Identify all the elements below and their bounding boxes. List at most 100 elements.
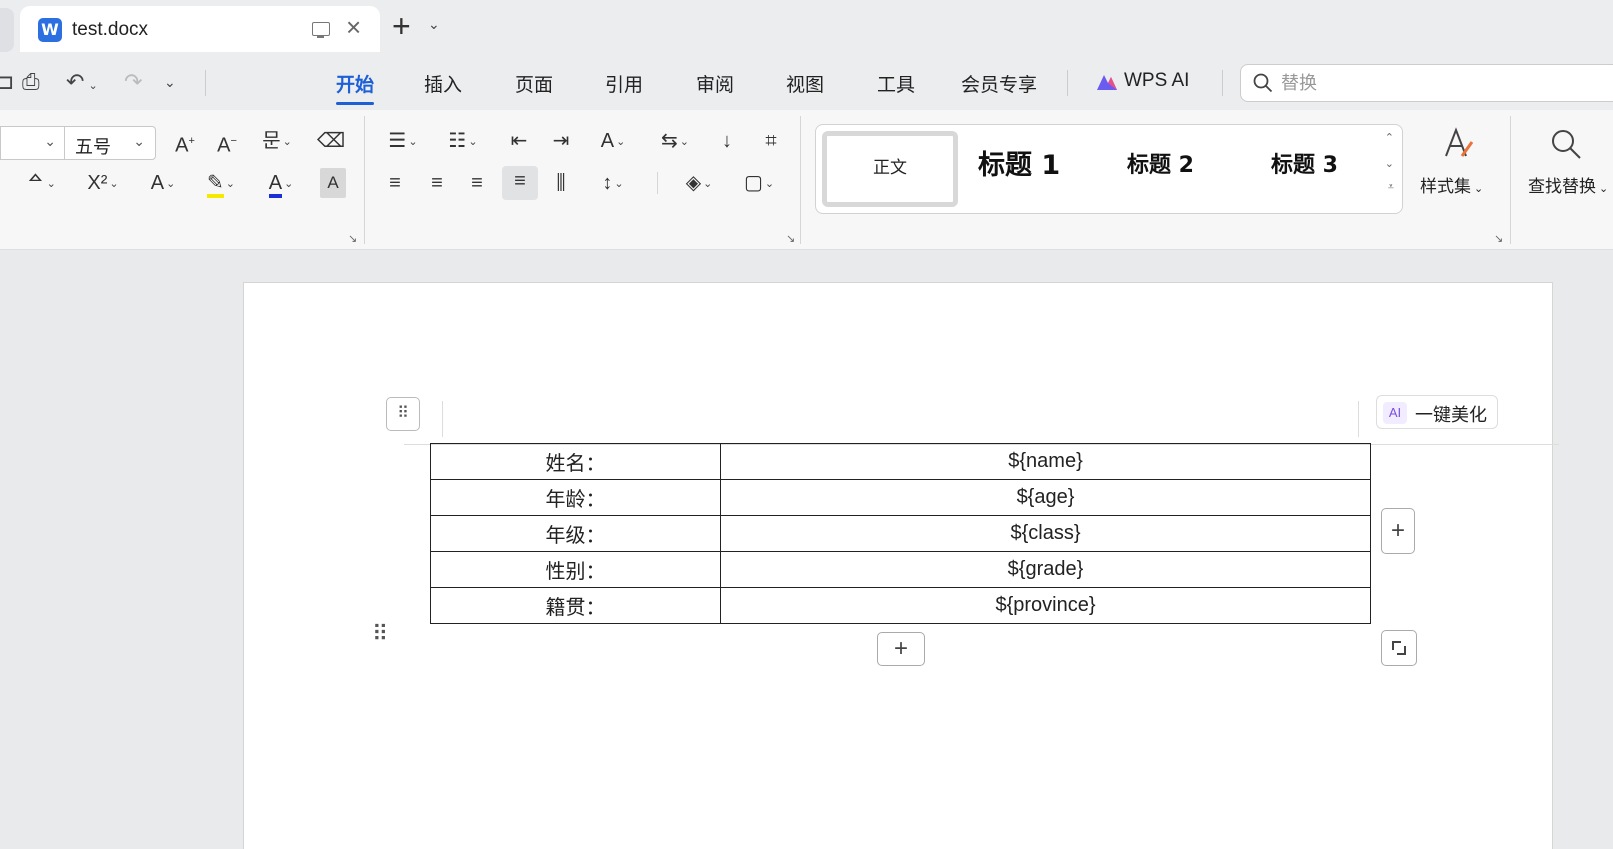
document-tab[interactable]: W test.docx × <box>20 6 380 52</box>
font-size-select[interactable]: 五号 ⌄ <box>64 126 156 160</box>
one-click-beautify-button[interactable]: AI 一键美化 <box>1376 395 1498 429</box>
paragraph-direction-icon[interactable]: ⇆ ⌄ <box>652 126 698 156</box>
table-cell-value[interactable]: ${class} <box>720 515 1371 552</box>
char-shading-icon[interactable]: A <box>320 168 346 198</box>
line-spacing-icon[interactable]: ↕ ⌄ <box>590 168 636 198</box>
menu-page[interactable]: 页面 <box>515 70 553 97</box>
shading-icon[interactable]: ◈ ⌄ <box>676 168 722 198</box>
styles-dialog-launcher-icon[interactable]: ↘ <box>1494 232 1503 245</box>
table-resize-button[interactable] <box>1381 630 1417 666</box>
expand-gallery-icon[interactable]: ⩡ <box>1388 181 1394 194</box>
chevron-down-icon[interactable]: ⌄ <box>164 68 176 96</box>
superscript-icon[interactable]: X² ⌄ <box>80 168 126 198</box>
phonetic-guide-icon[interactable]: 문 ⌄ <box>254 126 300 156</box>
find-replace-button[interactable]: 查找替换 ⌄ <box>1528 172 1608 197</box>
search-icon <box>1253 73 1273 93</box>
numbered-list-icon[interactable]: ☷ ⌄ <box>440 126 486 156</box>
table-cell-value[interactable]: ${age} <box>720 479 1371 516</box>
print-preview-icon[interactable]: ⎙ <box>22 68 40 96</box>
increase-font-icon[interactable]: A+ <box>170 126 200 157</box>
chevron-up-icon[interactable]: ⌃ <box>1385 131 1394 144</box>
menu-view[interactable]: 视图 <box>786 70 824 97</box>
text-effect-icon[interactable]: A ⌄ <box>140 168 186 198</box>
font-color-icon[interactable]: A ⌄ <box>258 168 304 198</box>
table-cell-value[interactable]: ${province} <box>720 587 1371 624</box>
increase-indent-icon[interactable]: ⇥ <box>546 126 576 156</box>
chevron-down-icon: ⌄ <box>44 133 56 149</box>
find-replace-label: 查找替换 <box>1528 177 1596 196</box>
table-row: 姓名： ${name} <box>430 443 1371 480</box>
chevron-down-icon[interactable]: ⌄ <box>1385 157 1394 170</box>
distributed-align-icon[interactable]: ⫼ <box>546 168 576 198</box>
new-tab-button[interactable]: + <box>392 8 411 44</box>
show-marks-icon[interactable]: ⌗ <box>756 126 786 156</box>
menu-insert[interactable]: 插入 <box>424 70 462 97</box>
ai-badge-icon: AI <box>1383 402 1407 424</box>
search-box[interactable] <box>1240 64 1613 102</box>
add-column-button[interactable]: + <box>1381 508 1415 554</box>
style-set-button[interactable]: 样式集 ⌄ <box>1420 172 1483 197</box>
borders-icon[interactable]: ▢ ⌄ <box>736 168 782 198</box>
text-direction-icon[interactable]: A ⌄ <box>590 126 636 156</box>
wps-ai-button[interactable]: WPS AI <box>1124 70 1189 92</box>
menu-review[interactable]: 审阅 <box>696 70 734 97</box>
menu-home[interactable]: 开始 <box>336 70 375 105</box>
monitor-icon[interactable] <box>312 22 330 38</box>
title-bar: W test.docx × + ⌄ <box>0 0 1613 58</box>
divider <box>205 70 206 96</box>
style-heading-3[interactable]: 标题 3 <box>1271 147 1338 179</box>
font-size-value: 五号 <box>75 137 111 157</box>
style-heading-1[interactable]: 标题 1 <box>978 143 1060 182</box>
table-cell-label[interactable]: 籍贯： <box>430 587 721 624</box>
table-cell-label[interactable]: 姓名： <box>430 443 721 480</box>
document-page[interactable]: ⠿ AI 一键美化 姓名： ${name} 年龄： ${age} 年级： ${c… <box>243 282 1559 849</box>
table-cell-value[interactable]: ${name} <box>720 443 1371 480</box>
wps-ai-icon[interactable] <box>1095 72 1119 92</box>
paragraph-dialog-launcher-icon[interactable]: ↘ <box>786 232 795 245</box>
align-right-icon[interactable]: ≡ <box>462 168 492 198</box>
chevron-down-icon[interactable]: ⌄ <box>428 16 440 33</box>
decrease-indent-icon[interactable]: ⇤ <box>504 126 534 156</box>
menu-tools[interactable]: 工具 <box>877 70 915 97</box>
divider <box>657 172 658 194</box>
redo-icon[interactable]: ↷ <box>124 68 142 96</box>
table-cell-label[interactable]: 年龄： <box>430 479 721 516</box>
table-cell-label[interactable]: 年级： <box>430 515 721 552</box>
table-cell-value[interactable]: ${grade} <box>720 551 1371 588</box>
divider <box>800 116 801 244</box>
beautify-label: 一键美化 <box>1415 405 1487 425</box>
font-dialog-launcher-icon[interactable]: ↘ <box>348 232 357 245</box>
align-left-icon[interactable]: ≡ <box>380 168 410 198</box>
undo-icon[interactable]: ↶ ⌄ <box>66 68 98 100</box>
clear-format-icon[interactable]: ⌫ <box>316 126 346 156</box>
highlight-color-icon[interactable]: ✎ ⌄ <box>198 168 244 198</box>
justify-icon[interactable]: ≡ <box>502 166 538 200</box>
menu-bar: ⊐ ⎙ ↶ ⌄ ↷ ⌄ 开始 插入 页面 引用 审阅 视图 工具 会员专享 WPS… <box>0 58 1613 110</box>
previous-tab-stub[interactable] <box>0 8 14 52</box>
style-set-label: 样式集 <box>1420 177 1471 196</box>
save-icon[interactable]: ⊐ <box>0 68 14 96</box>
wps-writer-icon: W <box>38 18 62 42</box>
font-name-select[interactable]: ⌄ <box>0 126 64 160</box>
row-drag-handle[interactable]: ⠿ <box>372 623 388 645</box>
sort-icon[interactable]: ↓ <box>712 126 742 156</box>
style-normal[interactable]: 正文 <box>822 131 958 207</box>
search-input[interactable] <box>1281 71 1601 95</box>
align-center-icon[interactable]: ≡ <box>422 168 452 198</box>
bullet-list-icon[interactable]: ☰ ⌄ <box>380 126 426 156</box>
table-cell-label[interactable]: 性别： <box>430 551 721 588</box>
divider <box>1222 70 1223 96</box>
menu-references[interactable]: 引用 <box>605 70 643 97</box>
decrease-font-icon[interactable]: A− <box>212 126 242 157</box>
strikethrough-icon[interactable]: ᅀ ⌄ <box>18 168 64 198</box>
table-move-handle[interactable]: ⠿ <box>386 397 420 431</box>
table-row: 性别： ${grade} <box>430 551 1371 588</box>
close-tab-icon[interactable]: × <box>346 12 361 42</box>
styles-gallery: 正文 标题 1 标题 2 标题 3 ⌃ ⌄ ⩡ <box>815 124 1403 214</box>
style-set-icon[interactable] <box>1440 126 1476 162</box>
document-tab-title: test.docx <box>72 19 149 40</box>
add-row-button[interactable]: + <box>877 632 925 666</box>
style-heading-2[interactable]: 标题 2 <box>1127 147 1194 179</box>
find-replace-icon[interactable] <box>1548 126 1584 162</box>
menu-member[interactable]: 会员专享 <box>961 70 1037 97</box>
